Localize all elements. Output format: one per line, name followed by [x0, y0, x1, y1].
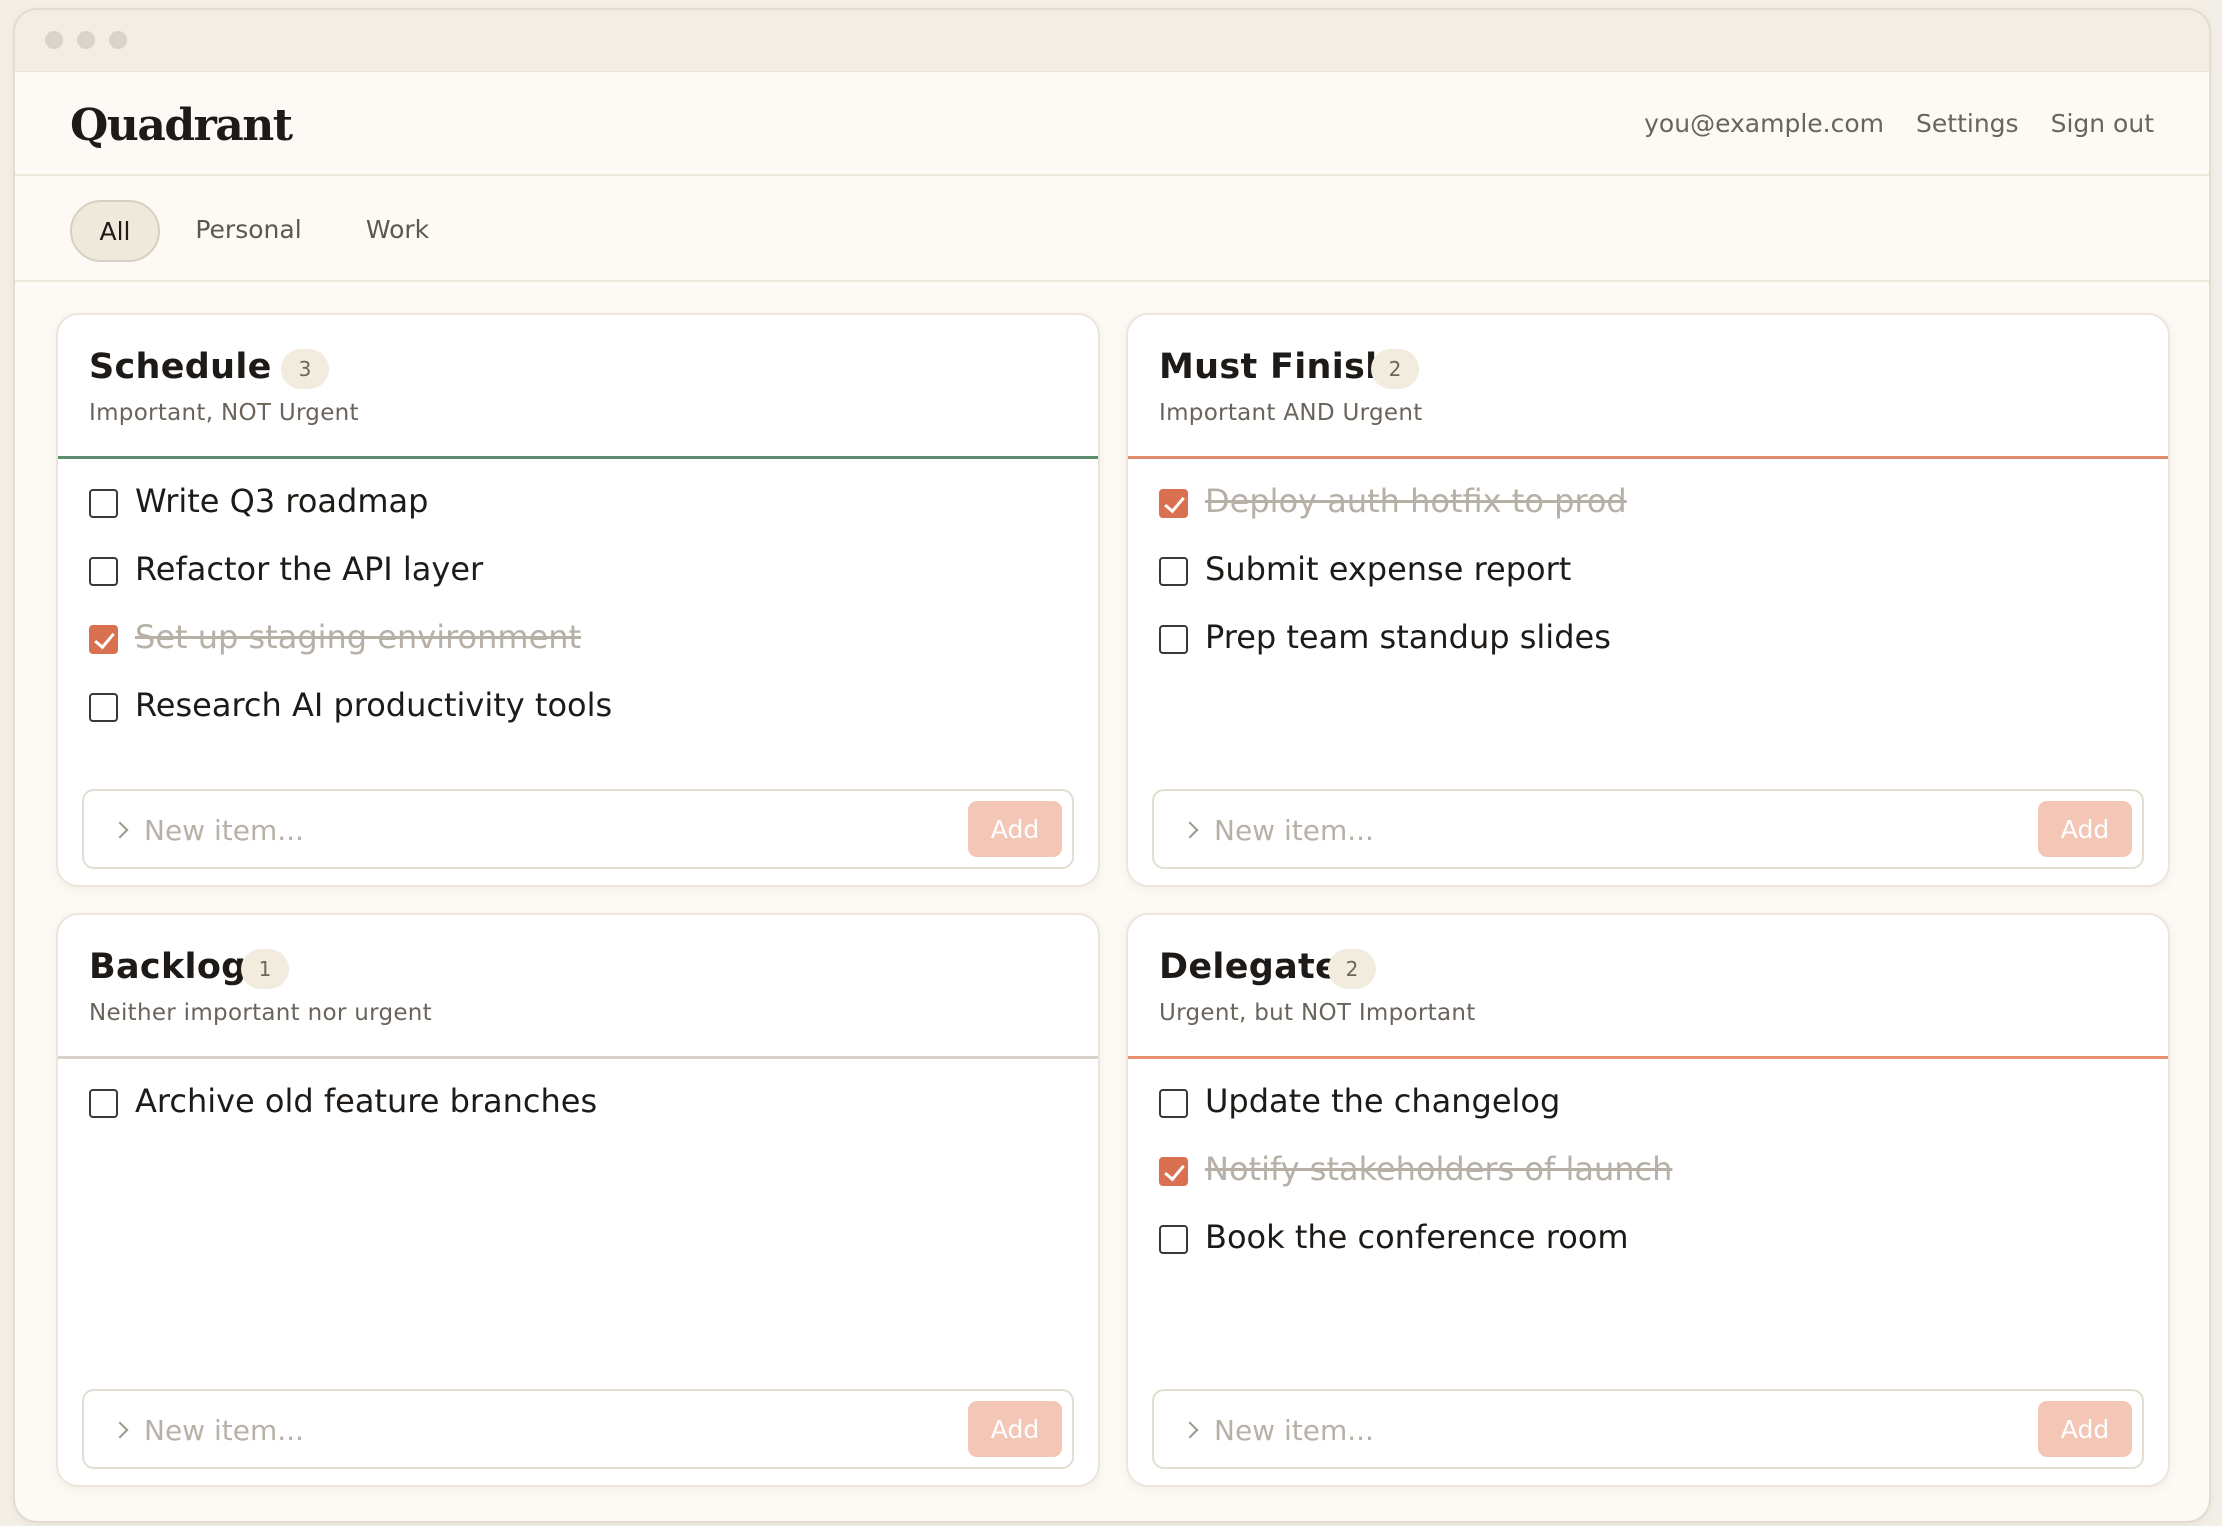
task-label: Prep team standup slides: [1205, 618, 1611, 656]
sign-out-link[interactable]: Sign out: [2051, 109, 2154, 138]
task-item[interactable]: Notify stakeholders of launch: [1159, 1145, 2137, 1213]
quadrant-header: Schedule 3 Important, NOT Urgent: [58, 315, 1098, 459]
quadrant-subtitle: Urgent, but NOT Important: [1159, 1000, 1476, 1026]
new-item-input[interactable]: [1214, 1407, 1994, 1453]
task-checkbox[interactable]: [89, 693, 118, 722]
task-list: Write Q3 roadmap Refactor the API layer …: [89, 477, 1067, 749]
new-item-row: Add: [82, 1389, 1074, 1469]
chevron-right-icon: [1181, 821, 1199, 839]
task-label: Notify stakeholders of launch: [1205, 1150, 1673, 1188]
quadrant-schedule: Schedule 3 Important, NOT Urgent Write Q…: [56, 313, 1100, 887]
task-item[interactable]: Submit expense report: [1159, 545, 2137, 613]
quadrant-backlog: Backlog 1 Neither important nor urgent A…: [56, 913, 1100, 1487]
app-header: Quadrant you@example.com Settings Sign o…: [15, 72, 2209, 176]
task-label: Update the changelog: [1205, 1082, 1561, 1120]
new-item-row: Add: [1152, 1389, 2144, 1469]
filter-tabs: All Personal Work: [15, 176, 2209, 282]
task-label: Deploy auth hotfix to prod: [1205, 482, 1627, 520]
minimize-window-dot[interactable]: [77, 31, 95, 49]
item-count-badge: 2: [1371, 349, 1419, 389]
quadrant-header: Must Finish 2 Important AND Urgent: [1128, 315, 2168, 459]
task-list: Update the changelog Notify stakeholders…: [1159, 1077, 2137, 1281]
quadrant-title: Backlog: [89, 947, 247, 987]
task-label: Write Q3 roadmap: [135, 482, 429, 520]
task-label: Book the conference room: [1205, 1218, 1629, 1256]
task-list: Deploy auth hotfix to prod Submit expens…: [1159, 477, 2137, 681]
item-count-badge: 3: [281, 349, 329, 389]
task-checkbox[interactable]: [1159, 1157, 1188, 1186]
quadrant-subtitle: Neither important nor urgent: [89, 1000, 432, 1026]
task-checkbox[interactable]: [1159, 625, 1188, 654]
task-item[interactable]: Archive old feature branches: [89, 1077, 1067, 1145]
app-logo[interactable]: Quadrant: [70, 100, 293, 151]
new-item-input[interactable]: [144, 1407, 924, 1453]
item-count-badge: 1: [241, 949, 289, 989]
task-item[interactable]: Refactor the API layer: [89, 545, 1067, 613]
zoom-window-dot[interactable]: [109, 31, 127, 49]
new-item-input[interactable]: [144, 807, 924, 853]
chevron-right-icon: [1181, 1421, 1199, 1439]
quadrant-title: Must Finish: [1159, 347, 1391, 387]
task-item[interactable]: Book the conference room: [1159, 1213, 2137, 1281]
task-checkbox[interactable]: [1159, 1225, 1188, 1254]
tab-all[interactable]: All: [70, 200, 160, 262]
task-checkbox[interactable]: [89, 557, 118, 586]
chevron-right-icon: [111, 821, 129, 839]
task-checkbox[interactable]: [89, 489, 118, 518]
item-count-badge: 2: [1328, 949, 1376, 989]
quadrant-title: Delegate: [1159, 947, 1340, 987]
close-window-dot[interactable]: [45, 31, 63, 49]
quadrant-delegate: Delegate 2 Urgent, but NOT Important Upd…: [1126, 913, 2170, 1487]
quadrant-must-finish: Must Finish 2 Important AND Urgent Deplo…: [1126, 313, 2170, 887]
quadrant-header: Delegate 2 Urgent, but NOT Important: [1128, 915, 2168, 1059]
new-item-input[interactable]: [1214, 807, 1994, 853]
task-checkbox[interactable]: [1159, 489, 1188, 518]
task-item[interactable]: Set up staging environment: [89, 613, 1067, 681]
task-label: Research AI productivity tools: [135, 686, 613, 724]
app-window: Quadrant you@example.com Settings Sign o…: [13, 8, 2211, 1523]
quadrant-header: Backlog 1 Neither important nor urgent: [58, 915, 1098, 1059]
task-item[interactable]: Prep team standup slides: [1159, 613, 2137, 681]
task-list: Archive old feature branches: [89, 1077, 1067, 1145]
task-checkbox[interactable]: [89, 1089, 118, 1118]
quadrant-subtitle: Important, NOT Urgent: [89, 400, 359, 426]
task-item[interactable]: Research AI productivity tools: [89, 681, 1067, 749]
add-item-button[interactable]: Add: [2038, 1401, 2132, 1457]
task-item[interactable]: Write Q3 roadmap: [89, 477, 1067, 545]
task-checkbox[interactable]: [1159, 557, 1188, 586]
tab-personal[interactable]: Personal: [186, 200, 311, 262]
chevron-right-icon: [111, 1421, 129, 1439]
task-label: Set up staging environment: [135, 618, 582, 656]
new-item-row: Add: [1152, 789, 2144, 869]
tab-work[interactable]: Work: [355, 200, 440, 262]
task-label: Submit expense report: [1205, 550, 1572, 588]
new-item-row: Add: [82, 789, 1074, 869]
account-nav: you@example.com Settings Sign out: [1644, 109, 2154, 138]
task-checkbox[interactable]: [89, 625, 118, 654]
task-label: Refactor the API layer: [135, 550, 484, 588]
add-item-button[interactable]: Add: [2038, 801, 2132, 857]
title-bar: [15, 10, 2209, 72]
quadrant-subtitle: Important AND Urgent: [1159, 400, 1423, 426]
settings-link[interactable]: Settings: [1916, 109, 2019, 138]
task-label: Archive old feature branches: [135, 1082, 598, 1120]
user-email-link[interactable]: you@example.com: [1644, 109, 1884, 138]
add-item-button[interactable]: Add: [968, 801, 1062, 857]
task-checkbox[interactable]: [1159, 1089, 1188, 1118]
add-item-button[interactable]: Add: [968, 1401, 1062, 1457]
task-item[interactable]: Update the changelog: [1159, 1077, 2137, 1145]
task-item[interactable]: Deploy auth hotfix to prod: [1159, 477, 2137, 545]
quadrant-title: Schedule: [89, 347, 272, 387]
